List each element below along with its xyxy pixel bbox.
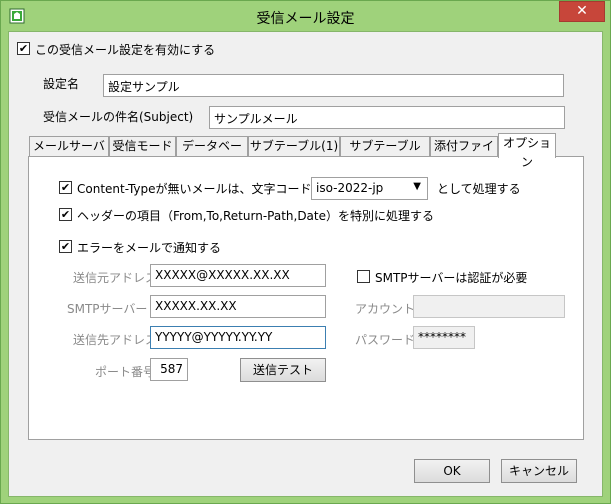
notify-error-label: エラーをメールで通知する bbox=[77, 241, 222, 255]
tab-mail-server[interactable]: メールサーバー bbox=[29, 136, 109, 172]
headers-label: ヘッダーの項目（From,To,Return-Path,Date）を特別に処理す… bbox=[77, 209, 435, 223]
setting-name-input[interactable]: 設定サンプル bbox=[103, 74, 564, 97]
to-address-label: 送信先アドレス bbox=[73, 333, 158, 347]
to-address-input[interactable]: YYYYY@YYYYY.YY.YY bbox=[150, 326, 326, 349]
subject-label: 受信メールの件名(Subject) bbox=[43, 110, 194, 124]
content-type-label: Content-Typeが無いメールは、文字コードを bbox=[77, 182, 324, 196]
setting-name-label: 設定名 bbox=[43, 77, 80, 91]
tab-database[interactable]: データベース bbox=[176, 136, 248, 172]
tab-attachments[interactable]: 添付ファイル bbox=[430, 136, 498, 172]
smtp-auth-label: SMTPサーバーは認証が必要 bbox=[375, 271, 528, 285]
headers-checkbox[interactable]: ✔ bbox=[59, 208, 72, 221]
content-type-suffix: として処理する bbox=[437, 182, 521, 196]
enable-setting-checkbox[interactable]: ✔ bbox=[17, 42, 30, 55]
password-label: パスワード bbox=[355, 333, 416, 347]
send-test-button[interactable]: 送信テスト bbox=[240, 358, 326, 382]
subject-input[interactable]: サンプルメール bbox=[209, 106, 565, 129]
from-address-input[interactable]: XXXXX@XXXXX.XX.XX bbox=[150, 264, 326, 287]
options-panel: ✔ Content-Typeが無いメールは、文字コードを iso-2022-jp… bbox=[28, 156, 584, 440]
port-label: ポート番号 bbox=[95, 365, 156, 379]
encoding-value: iso-2022-jp bbox=[316, 181, 384, 195]
account-label: アカウント bbox=[355, 302, 416, 316]
dialog-window: 受信メール設定 ✕ ✔ この受信メール設定を有効にする 設定名 設定サンプル 受… bbox=[0, 0, 611, 504]
tab-receive-mode[interactable]: 受信モード bbox=[109, 136, 176, 156]
password-input[interactable]: ******** bbox=[413, 326, 475, 349]
close-icon: ✕ bbox=[576, 3, 588, 19]
chevron-down-icon: ▼ bbox=[413, 181, 421, 192]
close-button[interactable]: ✕ bbox=[559, 1, 605, 22]
smtp-server-label: SMTPサーバー bbox=[67, 302, 148, 316]
account-input[interactable] bbox=[413, 295, 565, 318]
smtp-auth-checkbox[interactable] bbox=[357, 270, 370, 283]
encoding-select[interactable]: iso-2022-jp ▼ bbox=[311, 177, 428, 200]
from-address-label: 送信元アドレス bbox=[73, 271, 158, 285]
notify-error-checkbox[interactable]: ✔ bbox=[59, 240, 72, 253]
smtp-server-input[interactable]: XXXXX.XX.XX bbox=[150, 295, 326, 318]
title-bar: 受信メール設定 ✕ bbox=[1, 1, 610, 31]
window-title: 受信メール設定 bbox=[256, 11, 355, 27]
tab-subtable-2[interactable]: サブテーブル(2) bbox=[340, 136, 430, 172]
cancel-button[interactable]: キャンセル bbox=[501, 459, 577, 483]
tab-options[interactable]: オプション bbox=[498, 133, 556, 169]
content-type-checkbox[interactable]: ✔ bbox=[59, 181, 72, 194]
enable-setting-label: この受信メール設定を有効にする bbox=[35, 43, 216, 57]
port-input[interactable]: 587 bbox=[150, 358, 188, 381]
ok-button[interactable]: OK bbox=[414, 459, 490, 483]
dialog-body: ✔ この受信メール設定を有効にする 設定名 設定サンプル 受信メールの件名(Su… bbox=[8, 31, 603, 497]
tab-subtable-1[interactable]: サブテーブル(1) bbox=[248, 136, 340, 156]
